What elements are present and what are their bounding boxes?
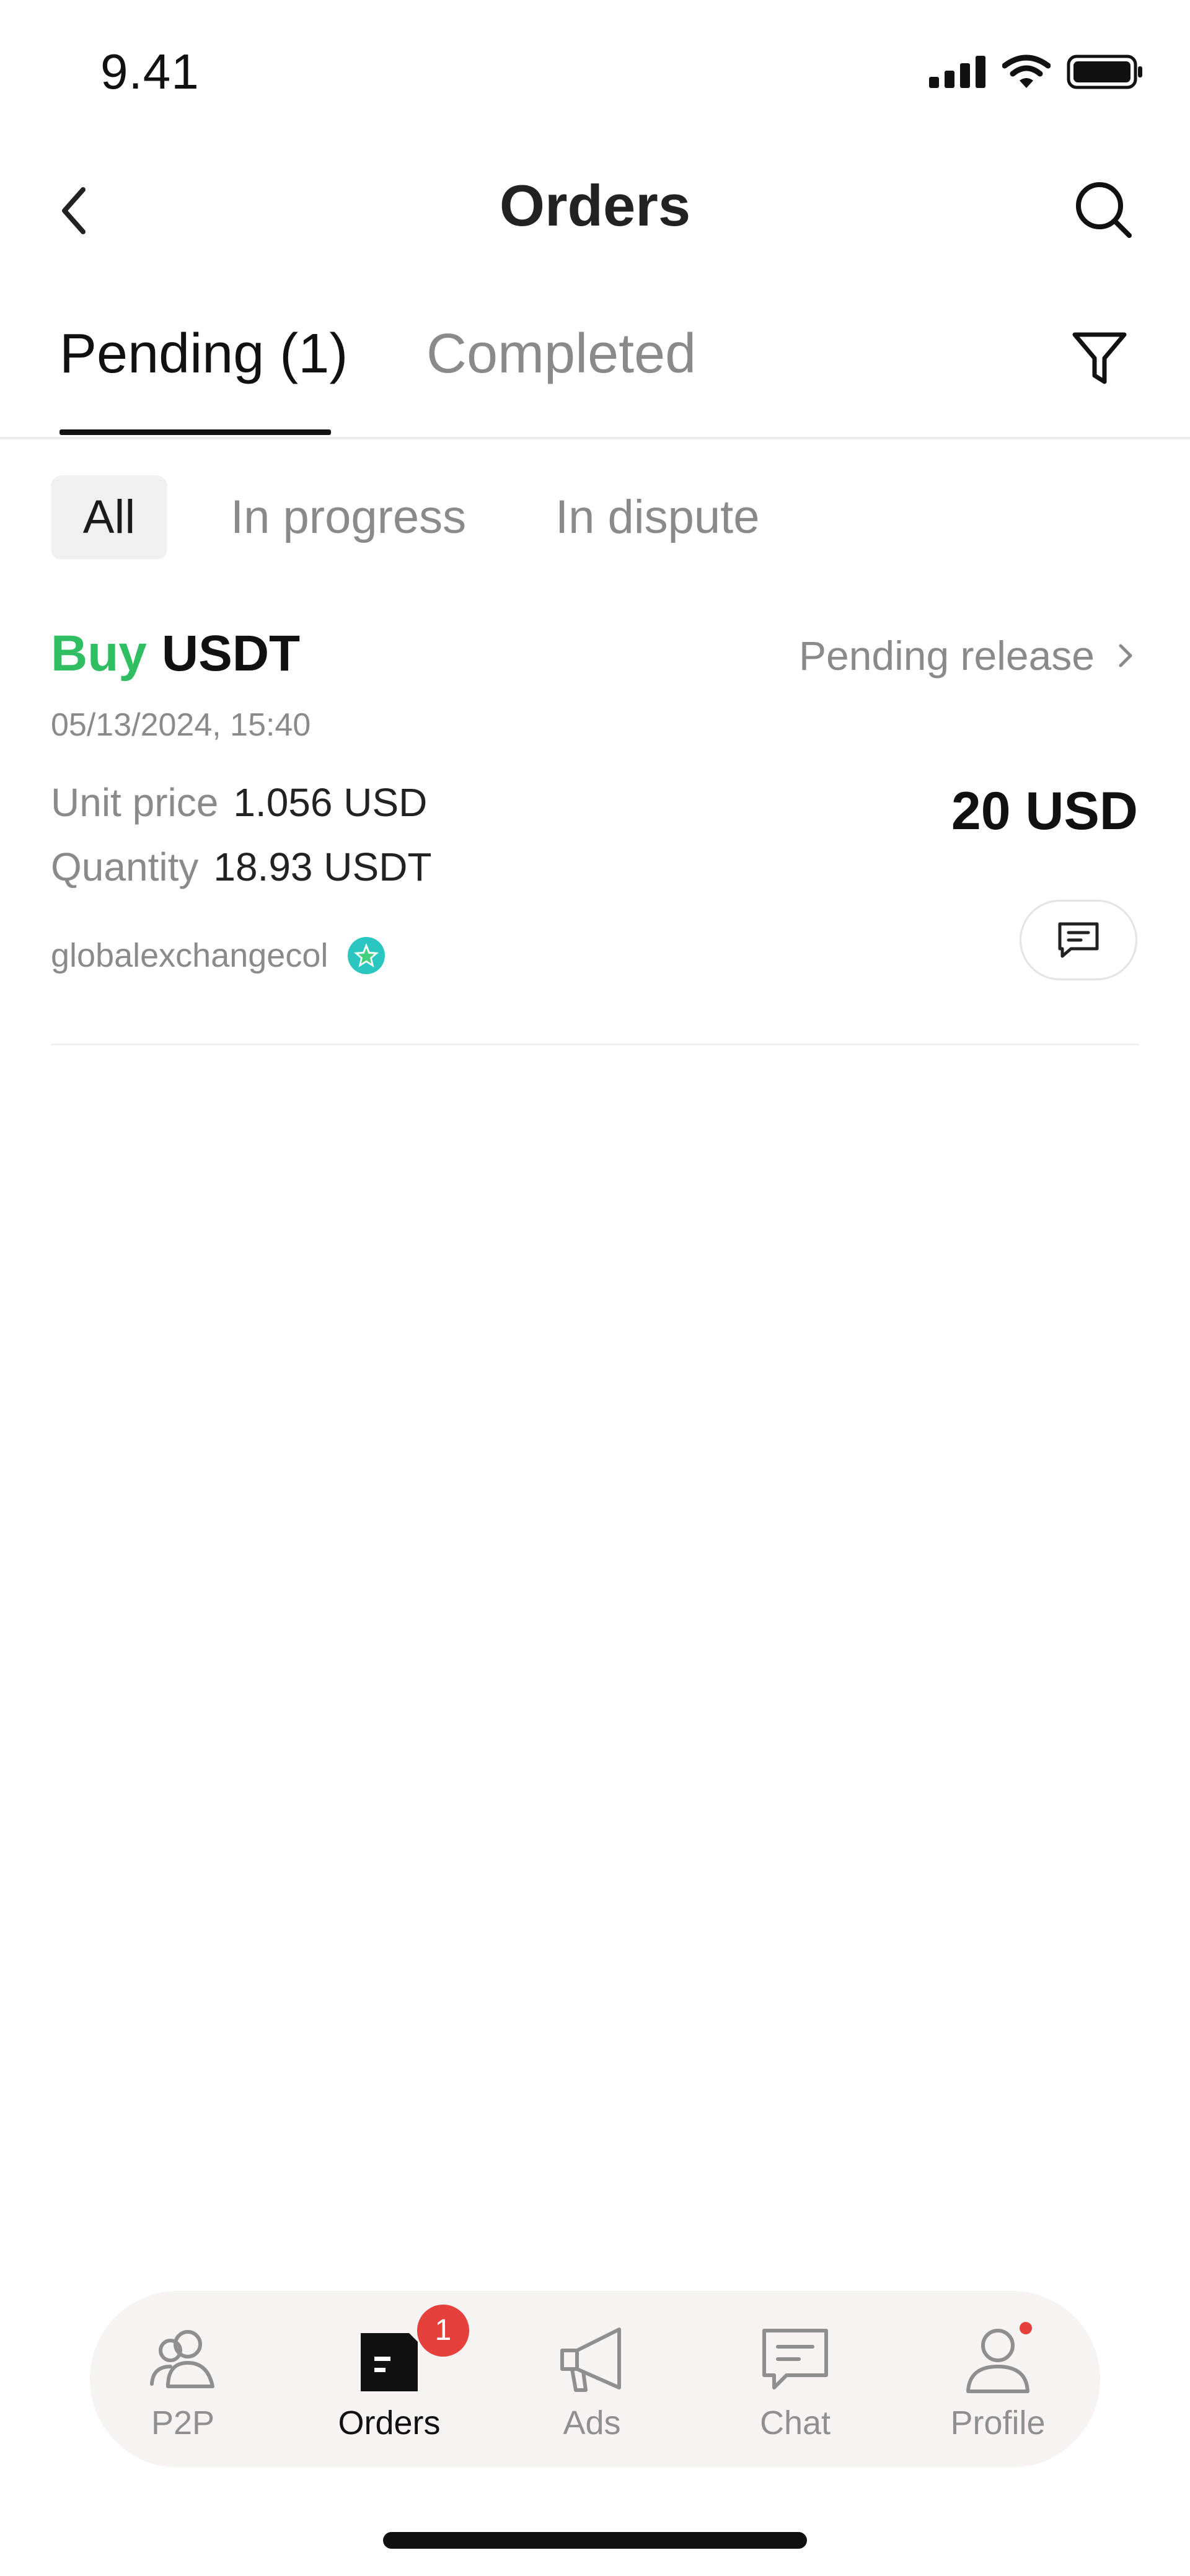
card-divider [51,1044,1139,1045]
order-total: 20 USD [951,781,1138,841]
megaphone-icon [560,2328,621,2392]
nav-item-chat[interactable]: Chat [702,2291,888,2468]
chevron-right-icon [1119,644,1132,667]
filter-chip-in-dispute[interactable]: In dispute [555,475,760,560]
order-title[interactable]: Buy USDT [51,625,300,683]
page-title: Orders [499,173,691,238]
status-time: 9.41 [100,44,200,99]
chat-icon [762,2329,828,2389]
orders-icon [361,2333,418,2391]
filter-chip-all[interactable]: All [51,475,167,560]
merchant[interactable]: globalexchangecol [51,936,386,975]
nav-label-profile: Profile [950,2404,1046,2442]
orders-badge: 1 [417,2305,469,2357]
nav-item-ads[interactable]: Ads [499,2291,685,2468]
wifi-icon [1002,55,1051,88]
unit-price-label: Unit price [51,780,219,825]
order-date: 05/13/2024, 15:40 [51,707,311,743]
filter-icon [1072,332,1127,384]
nav-label-orders: Orders [338,2404,441,2442]
order-asset: USDT [161,625,301,682]
order-chat-button[interactable] [1020,900,1137,980]
order-status-link[interactable]: Pending release [799,632,1134,679]
quantity-row: Quantity 18.93 USDT [51,844,432,890]
tabs-divider [0,437,1190,439]
search-icon [1076,182,1132,238]
tab-pending[interactable]: Pending (1) [60,322,348,386]
battery-icon [1067,55,1142,89]
unit-price-value: 1.056 USD [233,780,428,825]
active-tab-indicator [60,429,331,435]
profile-notification-dot [1020,2322,1032,2334]
search-button[interactable] [1072,178,1134,240]
order-side: Buy [51,625,147,682]
home-indicator[interactable] [383,2532,807,2549]
nav-item-profile[interactable]: Profile [905,2291,1091,2468]
status-icons [929,55,1144,89]
nav-item-p2p[interactable]: P2P [90,2291,276,2468]
nav-item-orders[interactable]: 1 Orders [296,2291,482,2468]
users-icon [150,2330,214,2388]
verified-star-icon [348,937,386,974]
quantity-value: 18.93 USDT [213,845,432,889]
cellular-signal-icon [929,56,985,88]
filter-button[interactable] [1070,327,1129,389]
filter-chip-in-progress[interactable]: In progress [231,475,466,560]
order-status: Pending release [798,633,1095,679]
nav-label-p2p: P2P [151,2404,215,2442]
chat-bubble-icon [1058,922,1099,958]
nav-label-chat: Chat [759,2404,831,2442]
nav-label-ads: Ads [563,2404,621,2442]
quantity-label: Quantity [51,845,199,889]
tab-completed[interactable]: Completed [426,322,696,386]
bottom-navigation: P2P 1 Orders Ads Chat Profile [90,2291,1100,2468]
merchant-name: globalexchangecol [51,937,328,974]
unit-price-row: Unit price 1.056 USD [51,780,427,825]
